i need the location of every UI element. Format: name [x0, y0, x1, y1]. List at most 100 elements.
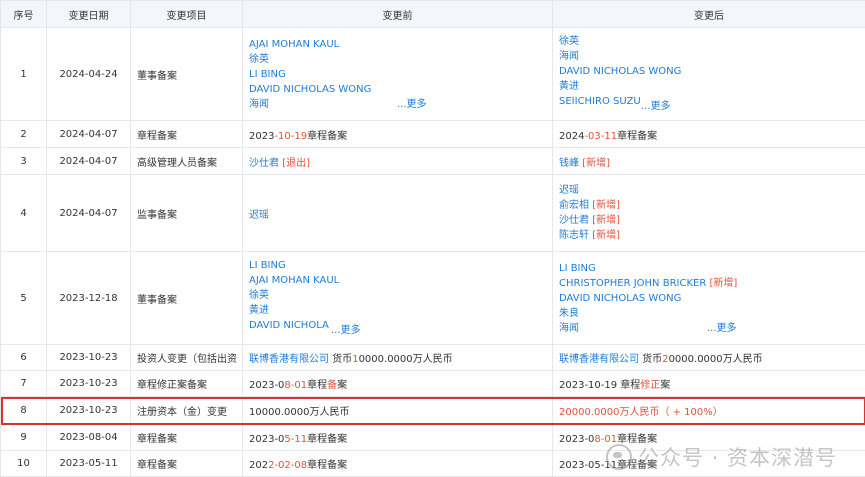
text: 章程备案 [307, 434, 347, 445]
person-link[interactable]: CHRISTOPHER JOHN BRICKER [559, 278, 706, 289]
diff-text: 备 [327, 380, 337, 391]
diff-text: -03-11 [584, 131, 617, 142]
person-link[interactable]: LI BING [559, 263, 596, 274]
person-link[interactable]: 俞宏相 [559, 200, 589, 211]
cell-seq: 10 [1, 451, 47, 477]
person-link[interactable]: LI BING [249, 67, 546, 82]
cell-item: 监事备案 [131, 175, 243, 252]
cell-after: 2024-03-11章程备案 [553, 121, 865, 148]
text: 0000.0000万人民币 [359, 354, 453, 365]
cell-date: 2024-04-07 [47, 175, 131, 252]
person-link[interactable]: 沙仕君 [249, 158, 279, 169]
cell-before: 沙仕君 [退出] [243, 148, 553, 175]
more-link[interactable]: ...更多 [641, 101, 671, 112]
watermark-text: 公众号 · 资本深潜号 [638, 446, 837, 470]
cell-date: 2023-10-23 [47, 371, 131, 397]
person-link[interactable]: AJAI MOHAN KAUL [249, 273, 546, 288]
table-row: 5 2023-12-18 董事备案 LI BING AJAI MOHAN KAU… [1, 252, 865, 345]
cell-seq: 9 [1, 425, 47, 451]
cell-after: LI BING CHRISTOPHER JOHN BRICKER [新增] DA… [553, 252, 865, 345]
cell-before: AJAI MOHAN KAUL 徐英 LI BING DAVID NICHOLA… [243, 28, 553, 121]
person-link[interactable]: SEIICHIRO SUZU [559, 94, 641, 109]
table-row: 1 2024-04-24 董事备案 AJAI MOHAN KAUL 徐英 LI … [1, 28, 865, 121]
text: 货币 [639, 354, 662, 365]
person-link[interactable]: LI BING [249, 258, 546, 273]
cell-seq: 8 [1, 397, 47, 425]
col-before: 变更前 [243, 1, 553, 28]
text: 2023 [249, 131, 274, 142]
table-row: 2 2024-04-07 章程备案 2023-10-19章程备案 2024-03… [1, 121, 865, 148]
person-link[interactable]: 徐英 [249, 288, 546, 303]
cell-item: 章程备案 [131, 451, 243, 477]
person-link[interactable]: DAVID NICHOLAS WONG [559, 64, 859, 79]
cell-before: 2022-02-08章程备案 [243, 451, 553, 477]
person-link[interactable]: 钱峰 [559, 158, 579, 169]
cell-seq: 7 [1, 371, 47, 397]
diff-text: 修正 [640, 380, 660, 391]
person-link[interactable]: 海闻 [559, 321, 707, 336]
more-link[interactable]: ...更多 [397, 99, 427, 110]
diff-text: 2-02-08 [268, 460, 307, 471]
cell-seq: 1 [1, 28, 47, 121]
more-link[interactable]: ...更多 [331, 325, 361, 336]
person-link[interactable]: DAVID NICHOLAS WONG [559, 293, 681, 304]
text: 2023-0 [249, 434, 284, 445]
text: 章程备案 [307, 460, 347, 471]
exit-tag: [退出] [282, 158, 310, 169]
text: 2024 [559, 131, 584, 142]
new-tag: [新增] [592, 215, 620, 226]
cell-before: 2023-05-11章程备案 [243, 425, 553, 451]
person-link[interactable]: 海闻 [559, 49, 859, 64]
cell-seq: 6 [1, 345, 47, 371]
cell-before: 2023-08-01章程备案 [243, 371, 553, 397]
table-row: 4 2024-04-07 监事备案 迟瑶 迟瑶 俞宏相 [新增] 沙仕君 [新增… [1, 175, 865, 252]
cell-before: 10000.0000万人民币 [243, 397, 553, 425]
cell-item: 章程修正案备案 [131, 371, 243, 397]
table-header-row: 序号 变更日期 变更项目 变更前 变更后 [1, 1, 865, 28]
watermark: 公众号 · 资本深潜号 [606, 442, 837, 472]
cell-date: 2024-04-24 [47, 28, 131, 121]
new-tag: [新增] [592, 200, 620, 211]
person-link[interactable]: 朱良 [559, 308, 579, 319]
person-link[interactable]: 徐英 [559, 34, 859, 49]
col-date: 变更日期 [47, 1, 131, 28]
text: 2023-10-19 章程 [559, 380, 640, 391]
new-tag: [新增] [709, 278, 737, 289]
diff-text: 8-01 [284, 380, 307, 391]
cell-after: 联博香港有限公司 货币20000.0000万人民币 [553, 345, 865, 371]
company-link[interactable]: 联博香港有限公司 [249, 354, 329, 365]
cell-before: LI BING AJAI MOHAN KAUL 徐英 黄进 DAVID NICH… [243, 252, 553, 345]
cell-item: 董事备案 [131, 28, 243, 121]
cell-item: 章程备案 [131, 425, 243, 451]
text: 202 [249, 460, 268, 471]
diff-text: -10-19 [274, 131, 307, 142]
person-link[interactable]: 海闻 [249, 97, 397, 112]
cell-after: 迟瑶 俞宏相 [新增] 沙仕君 [新增] 陈志轩 [新增] [553, 175, 865, 252]
person-link[interactable]: 陈志轩 [559, 230, 589, 241]
text: 章程备案 [617, 131, 657, 142]
cell-item: 章程备案 [131, 121, 243, 148]
person-link[interactable]: 迟瑶 [249, 210, 269, 221]
person-link[interactable]: DAVID NICHOLAS WONG [249, 82, 546, 97]
cell-before: 迟瑶 [243, 175, 553, 252]
text: 2023-0 [249, 380, 284, 391]
table-row: 6 2023-10-23 投资人变更（包括出资 联博香港有限公司 货币10000… [1, 345, 865, 371]
cell-before: 2023-10-19章程备案 [243, 121, 553, 148]
company-link[interactable]: 联博香港有限公司 [559, 354, 639, 365]
person-link[interactable]: 黄进 [559, 79, 859, 94]
text: 案 [337, 380, 347, 391]
text: 货币 [329, 354, 352, 365]
person-link[interactable]: AJAI MOHAN KAUL [249, 37, 546, 52]
change-history-table: 序号 变更日期 变更项目 变更前 变更后 1 2024-04-24 董事备案 A… [0, 0, 865, 477]
cell-date: 2023-10-23 [47, 345, 131, 371]
person-link[interactable]: DAVID NICHOLA [249, 318, 331, 333]
person-link[interactable]: 迟瑶 [559, 185, 579, 196]
more-link[interactable]: ...更多 [707, 323, 737, 334]
person-link[interactable]: 徐英 [249, 52, 546, 67]
person-link[interactable]: 沙仕君 [559, 215, 589, 226]
cell-seq: 5 [1, 252, 47, 345]
cell-item: 高级管理人员备案 [131, 148, 243, 175]
cell-item: 董事备案 [131, 252, 243, 345]
person-link[interactable]: 黄进 [249, 303, 546, 318]
wechat-icon [606, 444, 632, 470]
